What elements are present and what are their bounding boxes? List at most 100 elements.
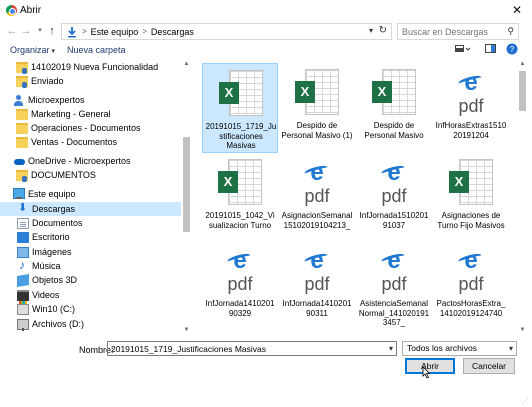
file-name: Asignaciones de Turno Fijo Masivos <box>437 211 505 230</box>
sidebar-item-imagenes[interactable]: Imágenes <box>17 245 72 259</box>
desktop-icon <box>17 231 29 243</box>
sidebar-item-descargas[interactable]: Descargas <box>0 201 181 216</box>
chevron-down-icon: ▾ <box>51 48 56 55</box>
up-button[interactable]: ↑ <box>46 24 58 38</box>
back-button[interactable]: ← <box>6 24 18 38</box>
file-item[interactable]: X 20191015_1042_Visualizacion Turno <box>202 153 278 243</box>
file-grid: X 20191015_1719_Justificaciones Masivas … <box>195 59 515 335</box>
excel-icon: X <box>214 157 266 209</box>
file-item[interactable]: e pdf AsistenciaSemanalNormal_14102019134… <box>356 241 432 331</box>
scroll-up-icon[interactable]: ▲ <box>517 59 528 69</box>
file-name: InfJornada141020190311 <box>282 299 352 318</box>
scroll-down-icon[interactable]: ▼ <box>517 325 528 335</box>
scrollbar-thumb[interactable] <box>519 71 526 111</box>
file-grid-scrollbar[interactable]: ▲ ▼ <box>517 59 528 335</box>
breadcrumb-este-equipo[interactable]: Este equipo <box>91 27 139 37</box>
sidebar-item-onedrive[interactable]: OneDrive - Microexpertos <box>13 154 131 168</box>
objects-3d-icon <box>17 273 29 287</box>
download-icon <box>66 26 78 38</box>
sidebar-item-label: Música <box>32 261 61 271</box>
file-item[interactable]: e pdf InfJornada141020190329 <box>202 241 278 331</box>
file-item[interactable]: X Despido de Personal Masivo <box>356 63 432 153</box>
documents-icon <box>17 217 29 229</box>
cloud-icon <box>13 156 25 167</box>
sidebar-item-escritorio[interactable]: Escritorio <box>17 230 70 244</box>
sidebar-item-label: Win10 (C:) <box>32 304 76 314</box>
file-item[interactable]: e pdf AsignacionSemanal15102019104213_ <box>279 153 355 243</box>
pdf-icon: e pdf <box>445 67 497 119</box>
file-item[interactable]: X 20191015_1719_Justificaciones Masivas <box>202 63 278 153</box>
sidebar-item-musica[interactable]: Música <box>17 258 61 273</box>
preview-pane-icon[interactable] <box>485 43 497 57</box>
mouse-cursor-icon <box>422 366 431 382</box>
organize-menu[interactable]: Organizar ▾ <box>10 45 55 55</box>
sidebar-item-label: Objetos 3D <box>32 275 78 285</box>
file-item[interactable]: e pdf InfJornada151020191037 <box>356 153 432 243</box>
refresh-icon[interactable]: ↻ <box>379 25 387 36</box>
close-button[interactable]: ✕ <box>506 0 528 20</box>
recent-locations-icon[interactable]: ▾ <box>34 24 46 38</box>
file-name: Despido de Personal Masivo (1) <box>281 121 353 140</box>
videos-icon <box>17 289 29 301</box>
navigation-scrollbar[interactable]: ▲ ▼ <box>181 59 192 335</box>
filetype-select[interactable]: Todos los archivos ▾ <box>402 341 517 356</box>
file-item[interactable]: X Despido de Personal Masivo (1) <box>279 63 355 153</box>
sidebar-item-operaciones[interactable]: Operaciones - Documentos <box>16 121 141 135</box>
sidebar-item-label: DOCUMENTOS <box>31 170 96 180</box>
search-box[interactable]: ⚲ <box>397 23 519 40</box>
chevron-down-icon[interactable]: ▾ <box>369 26 373 35</box>
sidebar-item-win10[interactable]: Win10 (C:) <box>17 300 76 316</box>
breadcrumb-separator: > <box>142 27 147 36</box>
sidebar-item-documentos-onedrive[interactable]: DOCUMENTOS <box>16 168 96 182</box>
sidebar-item-archivos[interactable]: Archivos (D:) <box>17 317 84 331</box>
computer-icon <box>13 187 25 199</box>
file-item[interactable]: e pdf InfJornada141020190311 <box>279 241 355 331</box>
search-icon[interactable]: ⚲ <box>507 26 514 37</box>
sidebar-item-ventas[interactable]: Ventas - Documentos <box>16 135 117 149</box>
navigation-row: ← → ▾ ↑ > Este equipo > Descargas ▾ ↻ ⚲ <box>0 21 532 41</box>
sidebar-item-este-equipo[interactable]: Este equipo <box>13 187 76 201</box>
scrollbar-thumb[interactable] <box>183 137 190 232</box>
sidebar-item-nueva-funcionalidad[interactable]: 14102019 Nueva Funcionalidad <box>16 60 158 74</box>
folder-user-icon <box>16 75 28 88</box>
filename-field[interactable]: ▾ <box>107 341 397 356</box>
user-icon <box>13 94 25 106</box>
search-input[interactable] <box>402 26 502 37</box>
resize-grip-icon[interactable]: ⋰ <box>522 397 530 405</box>
sidebar-item-label: Videos <box>32 290 60 300</box>
sidebar-item-label: Archivos (D:) <box>32 319 85 329</box>
sidebar-item-label: Enviado <box>31 76 64 86</box>
window-title: Abrir <box>20 5 42 16</box>
sidebar-item-documentos[interactable]: Documentos <box>17 216 83 230</box>
sidebar-item-label: Marketing - General <box>31 109 111 119</box>
sidebar-item-label: Microexpertos <box>28 95 85 105</box>
sidebar-item-marketing[interactable]: Marketing - General <box>16 107 111 121</box>
sidebar-item-enviado[interactable]: Enviado <box>16 74 64 88</box>
forward-button[interactable]: → <box>20 24 32 38</box>
new-folder-button[interactable]: Nueva carpeta <box>67 45 126 55</box>
download-icon <box>17 201 29 215</box>
file-item[interactable]: X Asignaciones de Turno Fijo Masivos <box>433 153 509 243</box>
chevron-down-icon[interactable]: ▾ <box>389 344 393 353</box>
file-name: InfHorasExtras151020191204 <box>435 121 507 140</box>
sidebar-item-objetos-3d[interactable]: Objetos 3D <box>17 273 77 287</box>
help-icon[interactable]: ? <box>506 43 518 57</box>
filename-input[interactable] <box>111 343 371 354</box>
drive-icon <box>17 300 29 315</box>
file-item[interactable]: e pdf InfHorasExtras151020191204 <box>433 63 509 153</box>
toolbar: Organizar ▾ Nueva carpeta ? <box>0 41 532 59</box>
breadcrumb-descargas[interactable]: Descargas <box>151 27 194 37</box>
navigation-pane: 14102019 Nueva Funcionalidad Enviado Mic… <box>0 59 192 335</box>
scroll-up-icon[interactable]: ▲ <box>181 59 192 69</box>
address-bar[interactable]: > Este equipo > Descargas ▾ ↻ <box>61 23 392 40</box>
folder-icon <box>16 122 28 134</box>
sidebar-item-microexpertos[interactable]: Microexpertos <box>13 93 85 107</box>
view-options-icon[interactable] <box>455 43 471 57</box>
pdf-icon: e pdf <box>445 245 497 297</box>
file-name: InfJornada151020191037 <box>359 211 429 230</box>
sidebar-item-label: Descargas <box>32 204 76 214</box>
file-item[interactable]: e pdf PactosHorasExtra_14102019124740 <box>433 241 509 331</box>
cancel-button[interactable]: Cancelar <box>463 358 515 374</box>
chrome-icon <box>6 5 17 16</box>
scroll-down-icon[interactable]: ▼ <box>181 325 192 335</box>
